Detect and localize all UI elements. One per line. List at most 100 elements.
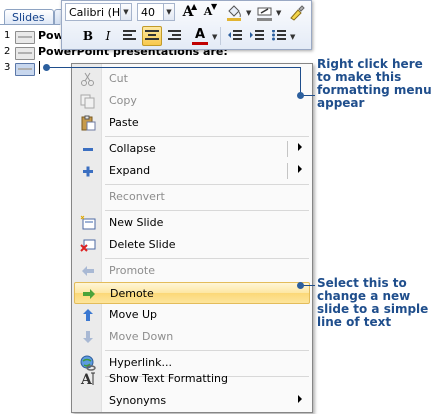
arrow-up-icon	[83, 309, 93, 321]
line-dropdown-icon[interactable]: ▼	[276, 9, 281, 17]
menu-separator	[105, 136, 309, 137]
menu-item-move-down[interactable]: Move Down	[74, 326, 310, 348]
pen-icon	[257, 7, 272, 21]
callout-line	[300, 67, 301, 95]
font-color-swatch	[192, 42, 208, 45]
mini-toolbar: Calibri (H ▼ 40 ▼ A ▲ A ▼ ▼ ▼ B I A ▼ ▼	[61, 0, 312, 50]
grow-font-button[interactable]: A ▲	[178, 1, 198, 22]
menu-item-new-slide[interactable]: New Slide	[74, 212, 310, 234]
menu-separator	[105, 350, 309, 351]
svg-text:A: A	[80, 372, 93, 387]
slide-icon	[15, 63, 35, 76]
decrease-indent-icon	[228, 30, 242, 40]
menu-item-label: Synonyms	[109, 394, 167, 407]
callout-line	[45, 67, 300, 68]
font-color-dropdown-icon[interactable]: ▼	[212, 33, 217, 41]
menu-item-label: Collapse	[109, 142, 156, 155]
menu-item-label: Paste	[109, 116, 139, 129]
submenu-separator	[287, 163, 288, 179]
menu-item-synonyms[interactable]: Synonyms	[74, 390, 310, 412]
menu-item-paste[interactable]: Paste	[74, 112, 310, 134]
menu-item-label: Delete Slide	[109, 238, 176, 251]
bullets-dropdown-icon[interactable]: ▼	[290, 33, 295, 41]
font-size-dropdown[interactable]: ▼	[163, 3, 175, 21]
menu-separator	[105, 184, 309, 185]
callout-demote: Select this to change a new slide to a s…	[317, 277, 428, 329]
bullets-icon	[272, 29, 286, 41]
new-slide-icon	[80, 215, 96, 230]
menu-item-delete-slide[interactable]: Delete Slide	[74, 234, 310, 256]
plus-icon	[83, 166, 93, 177]
toolbar-separator	[220, 27, 221, 45]
menu-item-label: Cut	[109, 72, 128, 85]
decrease-indent-button[interactable]	[225, 26, 245, 46]
menu-separator	[105, 258, 309, 259]
menu-item-copy[interactable]: Copy	[74, 90, 310, 112]
menu-item-label: Move Down	[109, 330, 174, 343]
menu-separator	[105, 210, 309, 211]
menu-item-cut[interactable]: Cut	[74, 68, 310, 90]
submenu-arrow-icon	[298, 143, 302, 151]
slide-number: 3	[4, 62, 11, 73]
italic-icon: I	[105, 29, 111, 43]
tab-slides[interactable]: Slides	[4, 9, 54, 25]
align-left-icon	[123, 30, 136, 40]
font-size-field[interactable]: 40	[137, 3, 164, 21]
menu-item-label: Move Up	[109, 308, 158, 321]
font-color-icon: A	[194, 27, 206, 42]
fill-dropdown-icon[interactable]: ▼	[246, 9, 251, 17]
italic-button[interactable]: I	[98, 26, 118, 46]
bold-button[interactable]: B	[78, 26, 98, 46]
arrow-left-icon	[82, 266, 94, 276]
arrow-down-icon	[83, 331, 93, 343]
paste-icon	[81, 115, 96, 131]
menu-item-label: Promote	[109, 264, 155, 277]
font-name-field[interactable]: Calibri (H	[65, 3, 121, 21]
align-right-button[interactable]	[164, 26, 184, 46]
delete-slide-icon	[80, 239, 96, 252]
callout-dot	[297, 92, 304, 99]
menu-item-label: Demote	[110, 287, 154, 300]
context-menu: Cut Copy Paste Collapse Expand Reconvert…	[71, 63, 313, 413]
bold-icon: B	[82, 29, 94, 43]
shrink-font-button[interactable]: A ▼	[198, 1, 218, 22]
arrow-right-icon	[83, 289, 95, 299]
align-center-icon	[145, 30, 159, 40]
menu-item-show-text-formatting[interactable]: A Show Text Formatting	[74, 368, 310, 390]
text-cursor	[39, 61, 40, 74]
brush-icon	[290, 5, 305, 21]
align-center-button[interactable]	[142, 26, 162, 46]
increase-indent-icon	[250, 30, 264, 40]
menu-item-reconvert[interactable]: Reconvert	[74, 186, 310, 208]
menu-item-demote[interactable]: Demote	[74, 282, 310, 304]
slide-icon	[15, 31, 35, 44]
align-left-button[interactable]	[120, 26, 140, 46]
format-painter-button[interactable]	[225, 4, 245, 21]
line-color-button[interactable]	[255, 4, 275, 21]
submenu-separator	[287, 141, 288, 157]
callout-dot	[43, 64, 50, 71]
paint-bucket-icon	[227, 5, 241, 21]
slide-number: 1	[4, 30, 11, 41]
increase-indent-button[interactable]	[247, 26, 267, 46]
font-color-button[interactable]: A	[190, 25, 210, 45]
menu-item-label: Copy	[109, 94, 137, 107]
scissors-icon	[81, 72, 94, 86]
font-name-dropdown[interactable]: ▼	[120, 3, 132, 21]
grow-arrow-icon: ▲	[191, 1, 198, 11]
callout-right-click: Right click here to make this formatting…	[317, 58, 432, 110]
bullets-button[interactable]	[269, 26, 289, 46]
menu-item-promote[interactable]: Promote	[74, 260, 310, 282]
menu-item-expand[interactable]: Expand	[74, 160, 310, 182]
menu-item-label: New Slide	[109, 216, 164, 229]
menu-item-label: Reconvert	[109, 190, 165, 203]
menu-item-collapse[interactable]: Collapse	[74, 138, 310, 160]
format-painter-brush-button[interactable]	[288, 4, 306, 22]
callout-line-text: line of text	[317, 315, 392, 329]
minus-icon	[83, 148, 93, 151]
text-formatting-icon: A	[80, 372, 95, 387]
callout-dot	[297, 282, 304, 289]
menu-item-label: Show Text Formatting	[109, 372, 229, 385]
menu-item-move-up[interactable]: Move Up	[74, 304, 310, 326]
menu-item-label: Expand	[109, 164, 151, 177]
